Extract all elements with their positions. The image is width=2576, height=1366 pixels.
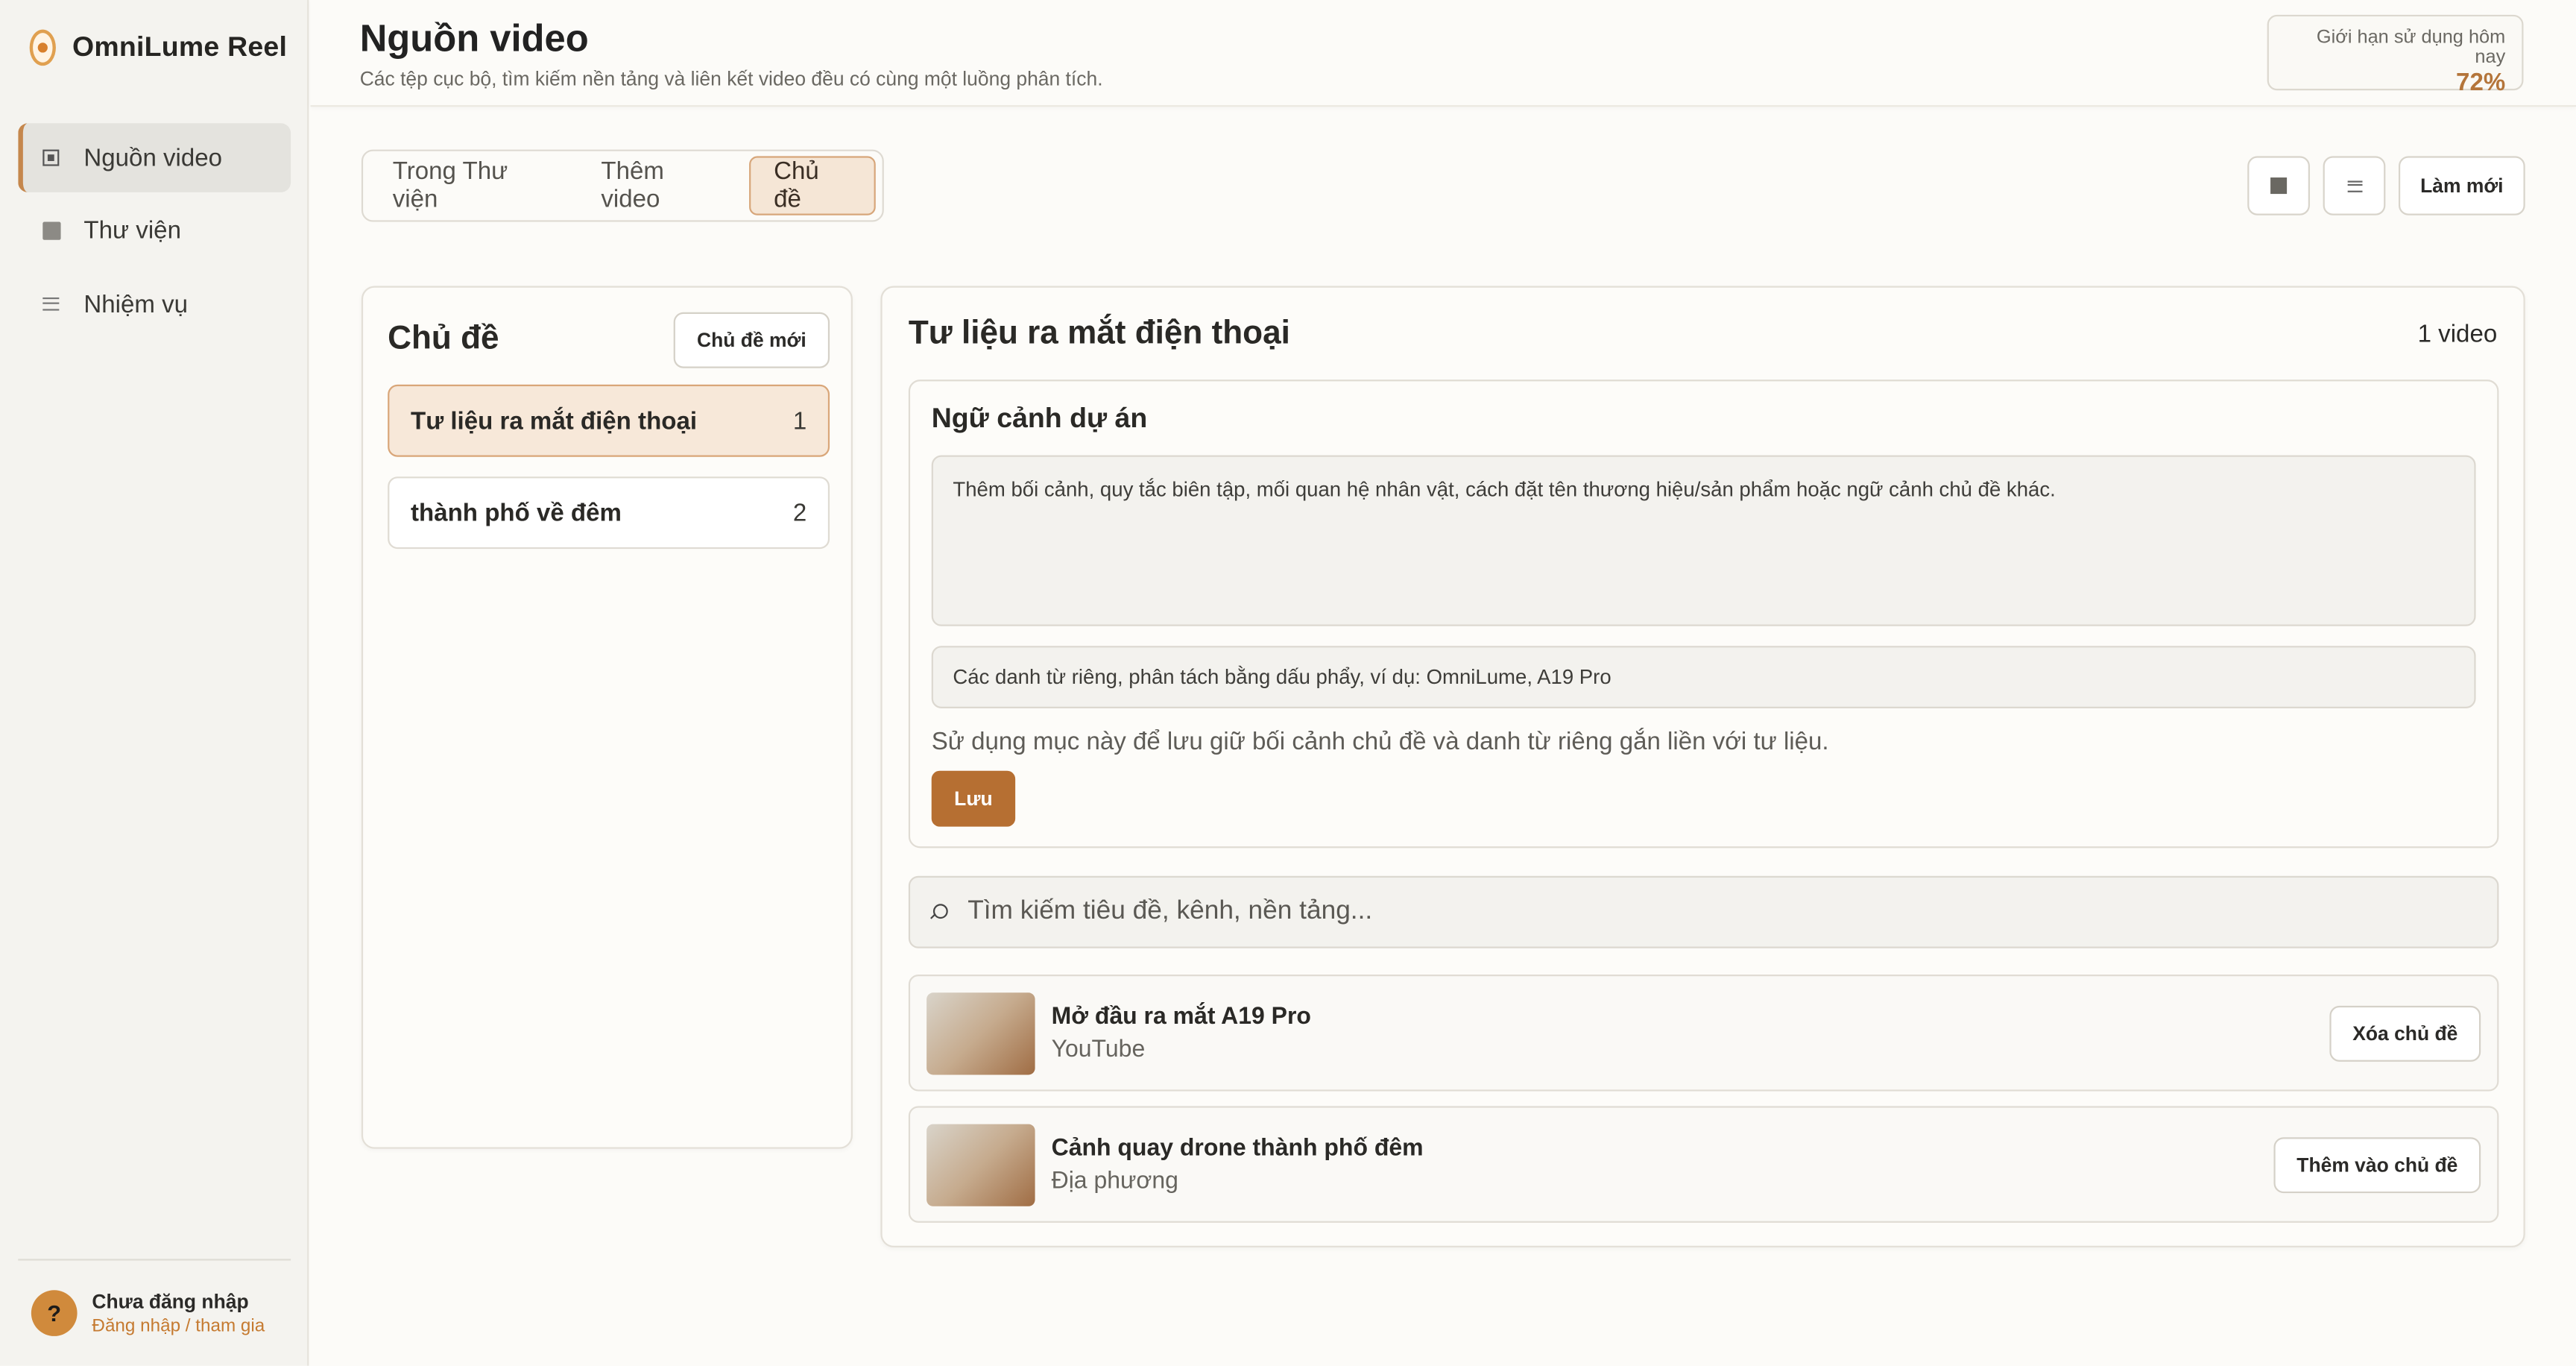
login-status: Chưa đăng nhập xyxy=(92,1290,249,1314)
tasks-icon xyxy=(41,295,60,314)
page-subtitle: Các tệp cục bộ, tìm kiếm nền tảng và liê… xyxy=(359,67,1103,91)
list-icon xyxy=(2346,180,2362,192)
list-view-button[interactable] xyxy=(2323,156,2386,215)
topic-name: thành phố về đêm xyxy=(411,498,622,527)
context-hint: Sử dụng mục này để lưu giữ bối cảnh chủ … xyxy=(931,728,1829,756)
topic-detail-title: Tư liệu ra mắt điện thoại xyxy=(908,315,1290,352)
refresh-button[interactable]: Làm mới xyxy=(2398,156,2525,215)
account-area[interactable]: ? Chưa đăng nhập Đăng nhập / tham gia xyxy=(18,1259,291,1336)
page-title: Nguồn video xyxy=(359,16,589,60)
usage-value: 72% xyxy=(2456,69,2506,98)
tab-add-video[interactable]: Thêm video xyxy=(578,156,750,215)
video-title: Cảnh quay drone thành phố đêm xyxy=(1051,1134,1424,1162)
topics-title: Chủ đề xyxy=(388,320,499,357)
sidebar: OmniLume Reel Nguồn video Thư viện Nhiệm… xyxy=(0,0,309,1366)
source-icon xyxy=(41,148,60,167)
topic-item[interactable]: thành phố về đêm 2 xyxy=(388,476,830,550)
sidebar-item-label: Nhiệm vụ xyxy=(83,290,189,318)
topics-panel: Chủ đề Chủ đề mới Tư liệu ra mắt điện th… xyxy=(361,286,853,1149)
video-thumbnail[interactable] xyxy=(926,992,1035,1074)
video-source: YouTube xyxy=(1051,1036,1146,1063)
sidebar-item-video-sources[interactable]: Nguồn video xyxy=(18,123,291,192)
source-tabs: Trong Thư viện Thêm video Chủ đề xyxy=(361,149,884,222)
page-header: Nguồn video Các tệp cục bộ, tìm kiếm nền… xyxy=(310,0,2576,107)
library-icon xyxy=(41,221,60,240)
sidebar-item-library[interactable]: Thư viện xyxy=(18,196,291,265)
sidebar-item-label: Nguồn video xyxy=(83,143,223,172)
search-placeholder: Tìm kiếm tiêu đề, kênh, nền tảng... xyxy=(967,897,1373,925)
topic-item[interactable]: Tư liệu ra mắt điện thoại 1 xyxy=(388,384,830,457)
topic-detail-panel: Tư liệu ra mắt điện thoại 1 video Ngữ cả… xyxy=(880,286,2525,1247)
tab-topics[interactable]: Chủ đề xyxy=(749,156,876,215)
video-source: Địa phương xyxy=(1051,1168,1178,1195)
sidebar-item-label: Thư viện xyxy=(83,216,181,245)
context-textarea[interactable]: Thêm bối cảnh, quy tắc biên tập, mối qua… xyxy=(931,455,2476,626)
stop-button[interactable] xyxy=(2247,156,2310,215)
video-row[interactable]: Mở đầu ra mắt A19 Pro YouTube Xóa chủ đề xyxy=(908,975,2499,1092)
stop-icon xyxy=(2270,177,2288,195)
add-to-topic-button[interactable]: Thêm vào chủ đề xyxy=(2273,1137,2481,1194)
search-icon xyxy=(932,903,948,918)
video-thumbnail[interactable] xyxy=(926,1123,1035,1206)
app-name: OmniLume Reel xyxy=(72,31,288,63)
video-title: Mở đầu ra mắt A19 Pro xyxy=(1051,1003,1311,1030)
save-button[interactable]: Lưu xyxy=(931,770,1016,827)
remove-from-topic-button[interactable]: Xóa chủ đề xyxy=(2329,1005,2481,1062)
sidebar-item-tasks[interactable]: Nhiệm vụ xyxy=(18,269,291,339)
usage-label: Giới hạn sử dụng hôm nay xyxy=(2316,28,2506,68)
brand[interactable]: OmniLume Reel xyxy=(29,29,288,66)
new-topic-button[interactable]: Chủ đề mới xyxy=(673,312,830,368)
search-input[interactable]: Tìm kiếm tiêu đề, kênh, nền tảng... xyxy=(908,875,2499,948)
usage-limit-card: Giới hạn sử dụng hôm nay 72% xyxy=(2267,14,2524,97)
topic-name: Tư liệu ra mắt điện thoại xyxy=(411,406,698,435)
project-context-card: Ngữ cảnh dự án Thêm bối cảnh, quy tắc bi… xyxy=(908,380,2499,849)
tab-in-library[interactable]: Trong Thư viện xyxy=(370,156,578,215)
avatar[interactable]: ? xyxy=(31,1290,78,1336)
topic-count: 1 xyxy=(792,406,807,435)
topic-count: 2 xyxy=(792,498,807,527)
sidebar-nav: Nguồn video Thư viện Nhiệm vụ xyxy=(18,123,291,342)
video-count: 1 video xyxy=(2417,320,2498,349)
context-title: Ngữ cảnh dự án xyxy=(931,403,1148,434)
video-row[interactable]: Cảnh quay drone thành phố đêm Địa phương… xyxy=(908,1106,2499,1223)
login-link[interactable]: Đăng nhập / tham gia xyxy=(92,1316,265,1335)
app-logo-icon xyxy=(29,29,56,66)
proper-nouns-input[interactable]: Các danh từ riêng, phân tách bằng dấu ph… xyxy=(931,646,2476,708)
